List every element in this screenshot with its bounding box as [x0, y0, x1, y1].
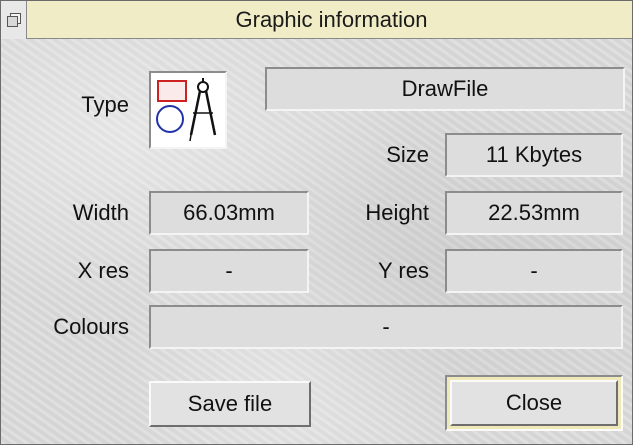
colours-value-field: -: [149, 305, 623, 349]
height-label: Height: [365, 200, 429, 225]
xres-label: X res: [77, 258, 129, 283]
close-button-frame: Close: [445, 375, 623, 431]
back-icon: [6, 13, 21, 27]
window-back-button[interactable]: [1, 1, 27, 39]
type-icon-box: [149, 71, 227, 149]
graphic-information-window: Graphic information Type DrawFile Size 1…: [0, 0, 633, 445]
xres-value-field: -: [149, 249, 309, 293]
width-value-field: 66.03mm: [149, 191, 309, 235]
type-label: Type: [81, 92, 129, 117]
title-bar[interactable]: Graphic information: [1, 1, 632, 39]
size-label: Size: [386, 142, 429, 167]
window-title: Graphic information: [235, 7, 428, 32]
colours-label: Colours: [53, 314, 129, 339]
height-value-field: 22.53mm: [445, 191, 623, 235]
size-value-field: 11 Kbytes: [445, 133, 623, 177]
drawfile-icon: [156, 78, 217, 142]
type-value-field: DrawFile: [265, 67, 625, 111]
save-file-button[interactable]: Save file: [149, 381, 311, 427]
yres-value-field: -: [445, 249, 623, 293]
yres-label: Y res: [378, 258, 429, 283]
close-button[interactable]: Close: [450, 380, 618, 426]
width-label: Width: [72, 200, 129, 225]
